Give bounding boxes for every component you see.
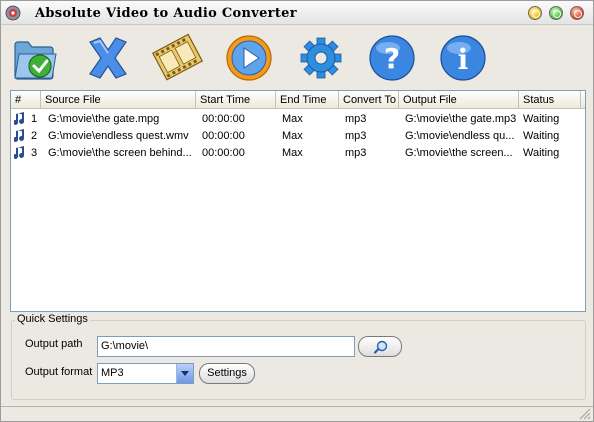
app-logo-icon xyxy=(5,5,21,21)
settings-button[interactable]: Settings xyxy=(199,363,255,384)
row-number: 1 xyxy=(31,113,38,125)
column-header-status[interactable]: Status xyxy=(519,91,581,109)
row-start-time: 00:00:00 xyxy=(202,113,245,125)
row-output-file: G:\movie\the screen... xyxy=(405,147,513,159)
svg-text:i: i xyxy=(458,43,469,76)
row-source-file: G:\movie\the gate.mpg xyxy=(48,113,160,125)
close-button[interactable] xyxy=(570,6,584,20)
row-status: Waiting xyxy=(523,130,560,142)
minimize-button[interactable] xyxy=(528,6,542,20)
table-row[interactable]: 1 G:\movie\the gate.mpg 00:00:00 Max mp3… xyxy=(11,111,585,128)
column-header-output-file[interactable]: Output File xyxy=(399,91,519,109)
info-icon[interactable]: i xyxy=(437,32,489,84)
row-convert-to: mp3 xyxy=(345,130,367,142)
column-header-end-time[interactable]: End Time xyxy=(276,91,339,109)
output-path-field[interactable]: G:\movie\ xyxy=(97,336,355,357)
delete-icon[interactable] xyxy=(82,32,134,84)
output-path-label: Output path xyxy=(25,338,83,350)
toolbar: ? i xyxy=(1,26,593,90)
table-row[interactable]: 3 G:\movie\the screen behind... 00:00:00… xyxy=(11,145,585,162)
list-header: # Source File Start Time End Time Conver… xyxy=(11,91,585,109)
column-header-source-file[interactable]: Source File xyxy=(41,91,196,109)
row-status: Waiting xyxy=(523,147,560,159)
output-format-label: Output format xyxy=(25,366,93,378)
add-folder-icon[interactable] xyxy=(10,32,62,84)
row-output-file: G:\movie\the gate.mp3 xyxy=(405,113,517,125)
browse-button[interactable] xyxy=(358,336,402,357)
row-source-file: G:\movie\endless quest.wmv xyxy=(48,130,189,142)
row-number: 2 xyxy=(31,130,38,142)
audio-file-icon xyxy=(13,112,26,127)
app-window: Absolute Video to Audio Converter ? i # … xyxy=(0,0,594,422)
play-convert-icon[interactable] xyxy=(223,32,275,84)
window-title: Absolute Video to Audio Converter xyxy=(35,6,297,21)
output-format-value: MP3 xyxy=(101,367,124,379)
gear-icon[interactable] xyxy=(295,32,347,84)
row-end-time: Max xyxy=(282,147,303,159)
help-icon[interactable]: ? xyxy=(366,32,418,84)
film-clip-icon[interactable] xyxy=(152,32,204,84)
row-end-time: Max xyxy=(282,113,303,125)
table-row[interactable]: 2 G:\movie\endless quest.wmv 00:00:00 Ma… xyxy=(11,128,585,145)
row-source-file: G:\movie\the screen behind... xyxy=(48,147,192,159)
file-list[interactable]: # Source File Start Time End Time Conver… xyxy=(10,90,586,312)
column-header-number[interactable]: # xyxy=(11,91,41,109)
resize-grip-icon[interactable] xyxy=(577,406,591,420)
row-number: 3 xyxy=(31,147,38,159)
row-output-file: G:\movie\endless qu... xyxy=(405,130,515,142)
row-convert-to: mp3 xyxy=(345,113,367,125)
maximize-button[interactable] xyxy=(549,6,563,20)
audio-file-icon xyxy=(13,146,26,161)
row-convert-to: mp3 xyxy=(345,147,367,159)
chevron-down-icon[interactable] xyxy=(176,364,193,383)
row-status: Waiting xyxy=(523,113,560,125)
column-header-convert-to[interactable]: Convert To xyxy=(339,91,399,109)
row-start-time: 00:00:00 xyxy=(202,147,245,159)
row-start-time: 00:00:00 xyxy=(202,130,245,142)
quick-settings-group xyxy=(11,320,586,400)
status-bar xyxy=(1,406,593,421)
row-end-time: Max xyxy=(282,130,303,142)
column-header-start-time[interactable]: Start Time xyxy=(196,91,276,109)
magnifier-icon xyxy=(373,340,388,354)
quick-settings-legend: Quick Settings xyxy=(15,313,90,325)
title-bar[interactable]: Absolute Video to Audio Converter xyxy=(1,1,593,25)
audio-file-icon xyxy=(13,129,26,144)
svg-text:?: ? xyxy=(384,42,400,75)
output-format-select[interactable]: MP3 xyxy=(97,363,194,384)
